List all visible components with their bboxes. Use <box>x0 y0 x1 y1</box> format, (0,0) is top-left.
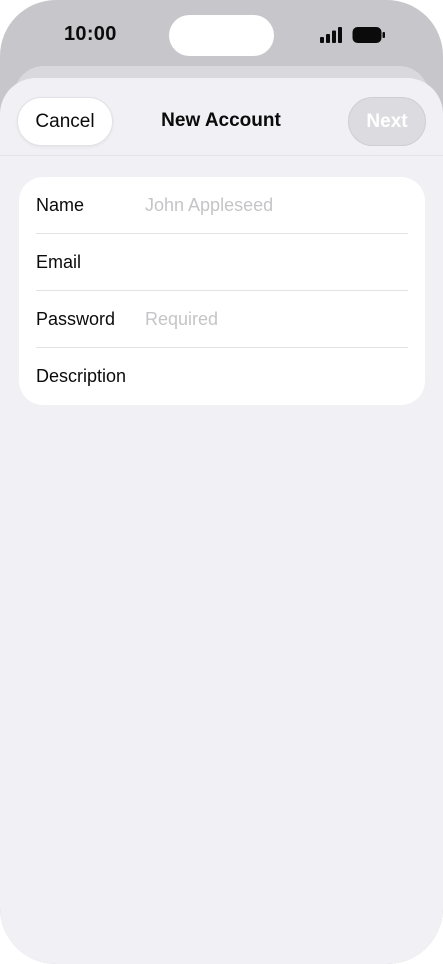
battery-icon <box>352 27 385 43</box>
description-field[interactable] <box>145 348 407 405</box>
password-label: Password <box>36 309 116 329</box>
dynamic-island <box>169 15 274 56</box>
account-form: Name Email Password Description <box>19 177 425 405</box>
email-field[interactable] <box>145 234 407 291</box>
new-account-sheet: Cancel New Account Next Name Email Passw… <box>0 78 443 964</box>
status-time: 10:00 <box>64 23 117 45</box>
name-label: Name <box>36 195 85 215</box>
password-row[interactable]: Password <box>19 291 425 348</box>
name-row[interactable]: Name <box>19 177 425 234</box>
cellular-signal-icon <box>320 27 342 43</box>
page-title: New Account <box>161 110 281 131</box>
password-field[interactable] <box>145 291 407 348</box>
name-field[interactable] <box>145 177 407 234</box>
next-button[interactable]: Next <box>348 97 426 146</box>
cancel-button[interactable]: Cancel <box>17 97 113 146</box>
description-label: Description <box>36 366 127 386</box>
description-row[interactable]: Description <box>19 348 425 405</box>
status-bar: 10:00 <box>0 0 443 70</box>
email-label: Email <box>36 252 82 272</box>
email-row[interactable]: Email <box>19 234 425 291</box>
navigation-bar: Cancel New Account Next <box>0 78 443 156</box>
phone-screen: 10:00 Cancel New Account Next Name John … <box>0 0 443 964</box>
